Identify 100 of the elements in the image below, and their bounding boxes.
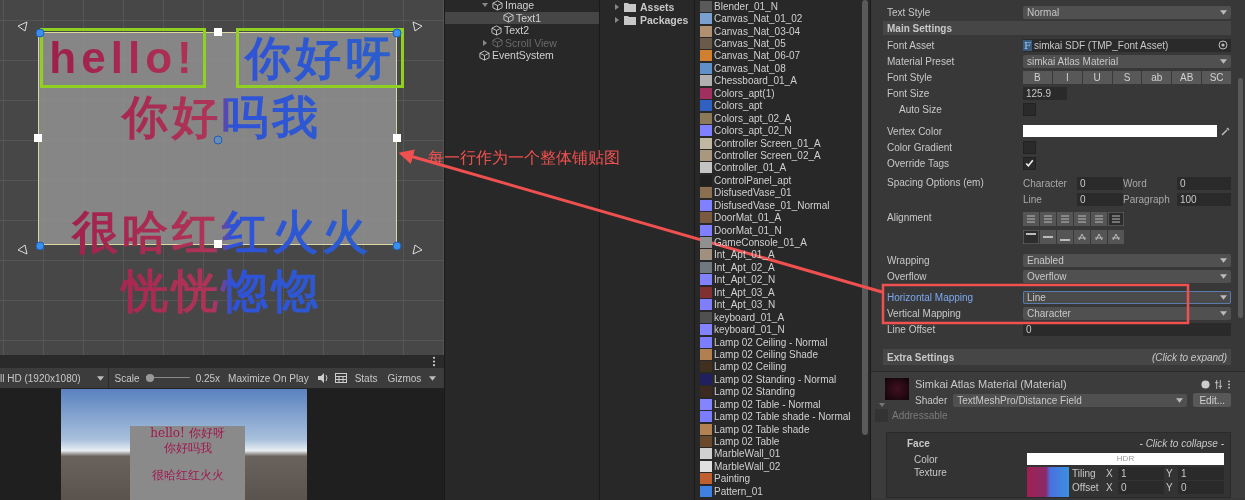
- dropdown[interactable]: Character: [1023, 306, 1231, 320]
- asset-item[interactable]: Int_Apt_03_N: [695, 298, 860, 311]
- number-field[interactable]: 100: [1177, 193, 1231, 206]
- asset-item[interactable]: GameConsole_01_A: [695, 236, 860, 249]
- alignment-button[interactable]: [1108, 212, 1124, 226]
- font-style-button[interactable]: S: [1112, 70, 1142, 84]
- dropdown[interactable]: simkai Atlas Material: [1023, 54, 1231, 68]
- alignment-button[interactable]: [1074, 230, 1090, 244]
- asset-item[interactable]: DisfusedVase_01: [695, 186, 860, 199]
- dropdown[interactable]: Enabled: [1023, 253, 1231, 267]
- target-icon[interactable]: [1218, 40, 1228, 50]
- gizmos-toggle[interactable]: Gizmos: [385, 372, 424, 384]
- asset-item[interactable]: DoorMat_01_N: [695, 223, 860, 237]
- eyedropper-icon[interactable]: [1221, 126, 1231, 136]
- stats-toggle[interactable]: Stats: [352, 372, 380, 384]
- hierarchy-item[interactable]: Text2: [445, 24, 599, 37]
- number-field[interactable]: 0: [1077, 193, 1123, 206]
- asset-item[interactable]: Lamp 02 Table: [695, 435, 860, 448]
- asset-item[interactable]: Lamp 02 Table shade - Normal: [695, 410, 860, 423]
- asset-item[interactable]: Lamp 02 Table shade: [695, 422, 860, 436]
- scrollbar-thumb[interactable]: [862, 0, 868, 435]
- grid-icon[interactable]: [334, 373, 347, 383]
- number-field[interactable]: 125.9: [1023, 86, 1067, 100]
- color-field[interactable]: [1023, 125, 1217, 137]
- asset-item[interactable]: Controller_01_A: [695, 161, 860, 175]
- number-field[interactable]: 1: [1118, 467, 1164, 480]
- asset-item[interactable]: Int_Apt_02_A: [695, 261, 860, 274]
- number-field[interactable]: 0: [1118, 481, 1164, 494]
- asset-item[interactable]: Canvas_Nat_05: [695, 37, 860, 50]
- number-field[interactable]: 0: [1177, 177, 1231, 190]
- checkbox[interactable]: [875, 408, 888, 422]
- more-icon[interactable]: [432, 356, 436, 367]
- asset-item[interactable]: Blender_01_N: [695, 0, 860, 13]
- alignment-button[interactable]: [1023, 230, 1039, 244]
- alignment-button[interactable]: [1057, 230, 1073, 244]
- asset-item[interactable]: Colors_apt_02_A: [695, 111, 860, 125]
- asset-item[interactable]: Canvas_Nat_01_02: [695, 12, 860, 25]
- expand-icon[interactable]: [614, 16, 620, 23]
- alignment-button[interactable]: [1108, 230, 1124, 244]
- caret-icon[interactable]: [429, 375, 437, 381]
- alignment-button[interactable]: [1040, 230, 1056, 244]
- resolution-dropdown[interactable]: ll HD (1920x1080): [0, 368, 109, 388]
- collapse-hint[interactable]: - Click to collapse -: [1139, 437, 1224, 449]
- scale-slider[interactable]: [145, 373, 190, 383]
- asset-item[interactable]: Pattern_01: [695, 485, 860, 498]
- asset-item[interactable]: Lamp 02 Ceiling - Normal: [695, 335, 860, 349]
- number-field[interactable]: 1: [1178, 467, 1224, 480]
- section-header-bar[interactable]: Main Settings: [883, 21, 1231, 35]
- asset-item[interactable]: Colors_apt(1): [695, 87, 860, 100]
- maximize-toggle[interactable]: Maximize On Play: [226, 372, 311, 384]
- asset-item[interactable]: Int_Apt_02_N: [695, 273, 860, 287]
- font-style-button[interactable]: U: [1082, 70, 1112, 84]
- asset-item[interactable]: Controller Screen_02_A: [695, 149, 860, 162]
- checkbox[interactable]: [1023, 156, 1036, 170]
- dropdown[interactable]: Overflow: [1023, 269, 1231, 283]
- asset-item[interactable]: Colors_apt: [695, 99, 860, 112]
- asset-item[interactable]: Colors_apt_02_N: [695, 124, 860, 137]
- dropdown[interactable]: Line: [1023, 290, 1231, 304]
- font-style-button[interactable]: ab: [1142, 70, 1172, 84]
- asset-item[interactable]: Lamp 02 Standing - Normal: [695, 373, 860, 386]
- object-field[interactable]: F simkai SDF (TMP_Font Asset): [1023, 38, 1231, 52]
- more-icon[interactable]: [1227, 379, 1231, 389]
- section-header-bar[interactable]: Extra Settings (Click to expand): [883, 349, 1231, 365]
- number-field[interactable]: 0: [1178, 481, 1224, 494]
- asset-item[interactable]: Int_Apt_03_A: [695, 286, 860, 299]
- expand-icon[interactable]: [614, 3, 620, 10]
- asset-item[interactable]: Chessboard_01_A: [695, 74, 860, 88]
- texture-thumbnail[interactable]: [1027, 467, 1069, 497]
- alignment-button[interactable]: [1091, 230, 1107, 244]
- number-field[interactable]: 0: [1077, 177, 1123, 190]
- font-style-button[interactable]: B: [1023, 70, 1052, 84]
- hierarchy-item[interactable]: Image: [445, 0, 599, 12]
- asset-item[interactable]: MarbleWall_02: [695, 460, 860, 473]
- asset-item[interactable]: Canvas_Nat_08: [695, 62, 860, 75]
- asset-item[interactable]: Lamp 02 Ceiling Shade: [695, 348, 860, 361]
- font-style-button[interactable]: I: [1052, 70, 1082, 84]
- sliders-icon[interactable]: [1214, 379, 1223, 389]
- speaker-icon[interactable]: [316, 373, 329, 383]
- expand-icon[interactable]: [482, 2, 488, 9]
- asset-item[interactable]: Lamp 02 Standing: [695, 385, 860, 398]
- asset-item[interactable]: ControlPanel_apt: [695, 174, 860, 187]
- asset-item[interactable]: Painting: [695, 472, 860, 486]
- project-folder[interactable]: Assets: [600, 0, 694, 13]
- asset-item[interactable]: Controller Screen_01_A: [695, 136, 860, 150]
- shader-dropdown[interactable]: TextMeshPro/Distance Field: [953, 393, 1188, 407]
- dropdown[interactable]: Normal: [1023, 5, 1231, 19]
- asset-item[interactable]: Canvas_Nat_03-04: [695, 24, 860, 38]
- scrollbar-thumb[interactable]: [1238, 78, 1243, 318]
- project-folder[interactable]: Packages: [600, 13, 694, 26]
- asset-item[interactable]: MarbleWall_01: [695, 447, 860, 461]
- asset-item[interactable]: keyboard_01_A: [695, 310, 860, 324]
- asset-item[interactable]: Lamp 02 Table - Normal: [695, 398, 860, 411]
- font-style-button[interactable]: SC: [1202, 70, 1231, 84]
- hierarchy-item[interactable]: EventSystem: [445, 49, 599, 62]
- asset-item[interactable]: Canvas_Nat_06-07: [695, 49, 860, 63]
- hierarchy-item[interactable]: Text1: [445, 11, 599, 24]
- edit-button[interactable]: Edit...: [1193, 393, 1231, 407]
- font-style-button[interactable]: AB: [1172, 70, 1202, 84]
- asset-item[interactable]: DisfusedVase_01_Normal: [695, 199, 860, 212]
- asset-item[interactable]: DoorMat_01_A: [695, 211, 860, 224]
